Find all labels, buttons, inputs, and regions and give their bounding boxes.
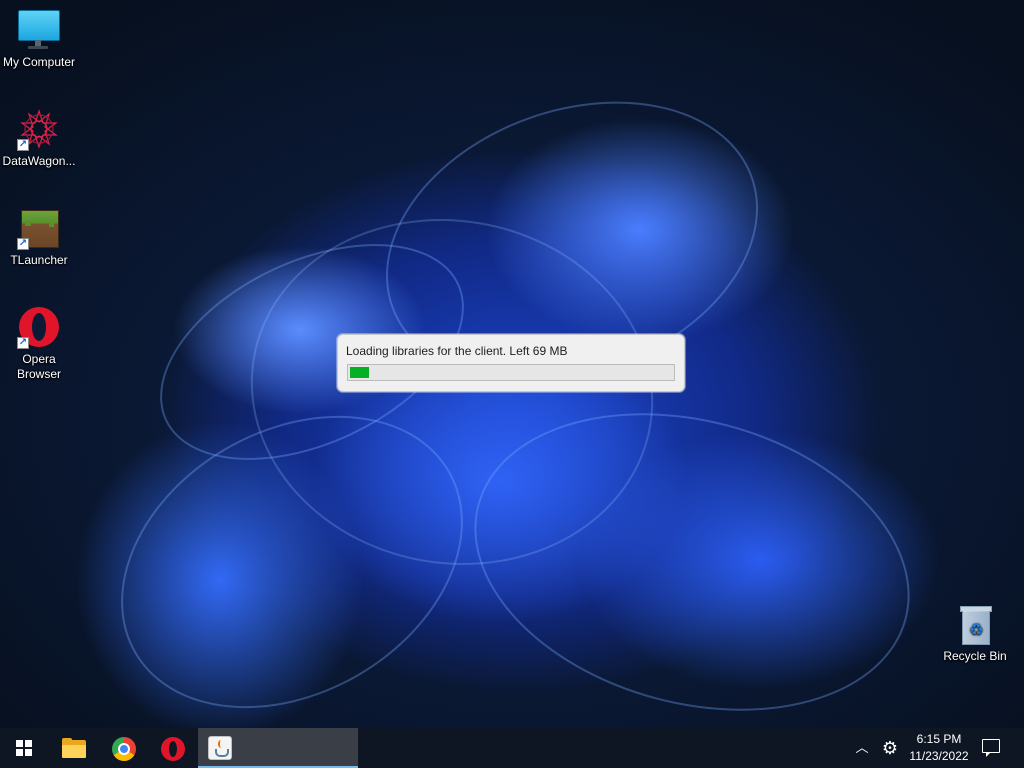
taskbar: ︿ ⚙ 6:15 PM 11/23/2022 (0, 728, 1024, 768)
folder-icon (62, 738, 86, 758)
datawagon-icon: ↗ (17, 107, 61, 151)
chevron-up-icon[interactable]: ︿ (855, 741, 869, 755)
minecraft-grass-block-icon: ↗ (17, 206, 61, 250)
desktop-icon-label: Opera Browser (16, 352, 61, 381)
windows-logo-icon (16, 740, 32, 756)
desktop-icon-label: My Computer (2, 55, 76, 69)
opera-icon: ↗ (17, 305, 61, 349)
wallpaper-swirl (223, 187, 681, 597)
start-button[interactable] (0, 728, 48, 768)
desktop-icon-recycle-bin[interactable]: ♻ Recycle Bin (936, 602, 1014, 664)
progress-bar (347, 364, 675, 381)
chrome-icon (112, 737, 136, 761)
clock-time: 6:15 PM (916, 732, 962, 746)
desktop-icon-label: DataWagon... (2, 154, 76, 168)
desktop: My Computer ↗ DataWagon... ↗ TLauncher ↗… (0, 0, 1024, 728)
desktop-icon-opera-browser[interactable]: ↗ Opera Browser (0, 305, 78, 382)
gear-icon[interactable]: ⚙ (880, 738, 900, 758)
shortcut-arrow-icon: ↗ (17, 139, 29, 151)
opera-icon (161, 737, 185, 761)
notification-icon[interactable] (982, 739, 1000, 757)
shortcut-arrow-icon: ↗ (17, 337, 29, 349)
recycle-bin-icon: ♻ (953, 602, 997, 646)
desktop-icon-label: Recycle Bin (943, 649, 1007, 663)
wallpaper-swirl (440, 367, 944, 728)
shortcut-arrow-icon: ↗ (17, 238, 29, 250)
desktop-icon-datawagon[interactable]: ↗ DataWagon... (0, 107, 78, 169)
taskbar-clock[interactable]: 6:15 PM 11/23/2022 (906, 731, 972, 765)
wallpaper-swirl (68, 356, 516, 728)
desktop-icon-tlauncher[interactable]: ↗ TLauncher (0, 206, 78, 268)
java-icon (208, 736, 232, 760)
clock-date: 11/23/2022 (909, 749, 969, 763)
loading-dialog: Loading libraries for the client. Left 6… (337, 334, 685, 392)
monitor-icon (17, 8, 61, 52)
desktop-icon-label: TLauncher (10, 253, 68, 267)
progress-bar-fill (350, 367, 369, 378)
desktop-icon-my-computer[interactable]: My Computer (0, 8, 78, 70)
loading-message: Loading libraries for the client. Left 6… (346, 344, 568, 358)
taskbar-java-app[interactable] (198, 728, 358, 768)
